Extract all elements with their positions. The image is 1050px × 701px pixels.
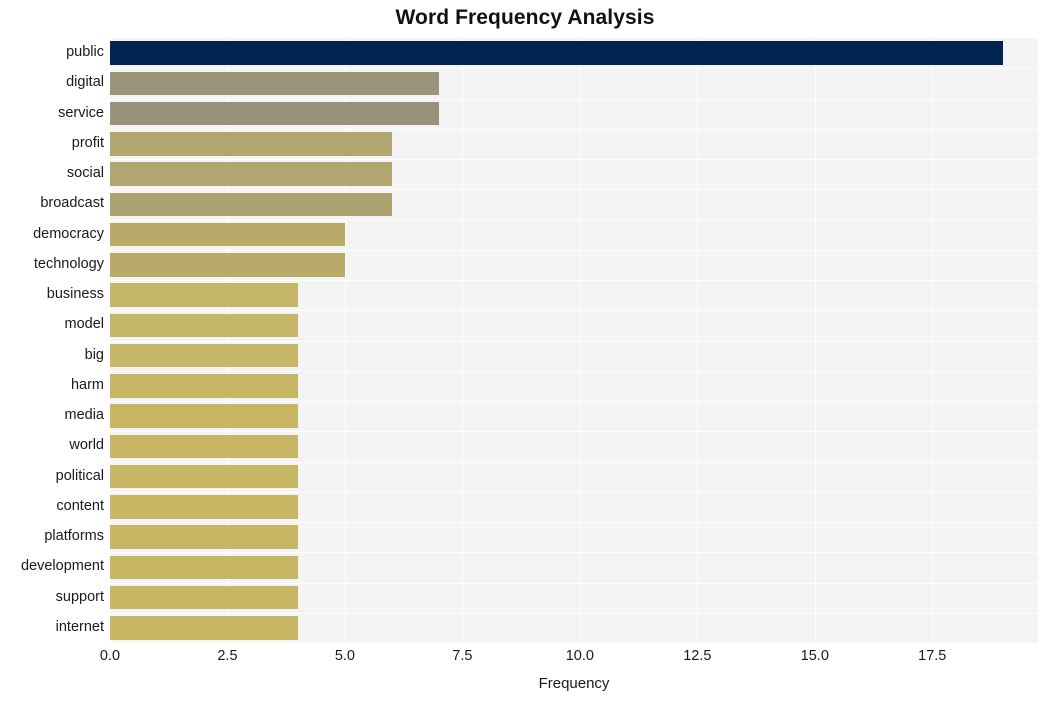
- bars-layer: [110, 38, 1038, 643]
- y-axis-tick-label: broadcast: [40, 195, 104, 212]
- y-axis-tick-label: technology: [33, 255, 104, 272]
- y-axis-tick-label: media: [64, 407, 105, 424]
- bar[interactable]: [110, 343, 298, 368]
- x-axis-tick-label: 2.5: [217, 648, 238, 664]
- y-axis-tick-label: service: [58, 104, 104, 121]
- bar[interactable]: [110, 404, 298, 428]
- bar[interactable]: [110, 222, 345, 247]
- y-axis-tick-label: social: [66, 165, 104, 182]
- bar[interactable]: [110, 253, 345, 277]
- y-axis-tick-label: profit: [71, 134, 104, 151]
- bar[interactable]: [110, 313, 298, 338]
- y-axis-tick-label: digital: [66, 74, 104, 91]
- chart-figure: Word Frequency Analysis public digital ser…: [0, 0, 1050, 701]
- x-axis-tick-label: 17.5: [918, 648, 947, 664]
- bar[interactable]: [110, 283, 298, 307]
- y-axis-tick-labels: public digital service profit social broadcas…: [0, 38, 104, 643]
- chart-title: Word Frequency Analysis: [395, 6, 655, 29]
- x-axis-tick-label: 0.0: [99, 648, 121, 664]
- y-axis-tick-label: political: [55, 467, 104, 484]
- bar[interactable]: [110, 192, 392, 217]
- bar[interactable]: [110, 525, 298, 549]
- x-axis-tick-labels: 0.0 2.5 5.0 7.5 10.0 12.5 15.0 17.5: [0, 648, 1050, 672]
- x-axis-tick-label: 5.0: [334, 648, 356, 664]
- y-axis-tick-label: model: [64, 316, 105, 333]
- bar[interactable]: [110, 495, 298, 519]
- bar[interactable]: [110, 616, 298, 640]
- bar[interactable]: [110, 434, 298, 459]
- bar[interactable]: [110, 162, 392, 186]
- bar[interactable]: [110, 555, 298, 580]
- y-axis-tick-label: internet: [55, 618, 104, 635]
- y-axis-tick-label: support: [55, 588, 104, 605]
- bar[interactable]: [110, 585, 298, 610]
- x-axis-tick-label: 7.5: [452, 648, 473, 664]
- y-axis-tick-label: development: [20, 558, 104, 575]
- y-axis-tick-label: business: [46, 286, 104, 303]
- bar[interactable]: [110, 71, 439, 96]
- bar[interactable]: [110, 464, 298, 489]
- plot-area: [110, 38, 1038, 643]
- x-axis-tick-label: 15.0: [800, 648, 829, 664]
- bar[interactable]: [110, 41, 1003, 65]
- y-axis-tick-label: content: [56, 497, 104, 514]
- bar[interactable]: [110, 132, 392, 156]
- y-axis-tick-label: world: [69, 437, 104, 454]
- y-axis-tick-label: platforms: [44, 528, 104, 545]
- x-axis-tick-label: 10.0: [565, 648, 594, 664]
- y-axis-tick-label: harm: [70, 376, 104, 393]
- x-axis-tick-label: 12.5: [683, 648, 712, 664]
- x-axis-title: Frequency: [538, 675, 610, 692]
- bar[interactable]: [110, 101, 439, 126]
- bar[interactable]: [110, 374, 298, 398]
- y-axis-tick-label: big: [84, 346, 104, 363]
- y-axis-tick-label: public: [66, 44, 104, 61]
- y-axis-tick-label: democracy: [33, 225, 104, 242]
